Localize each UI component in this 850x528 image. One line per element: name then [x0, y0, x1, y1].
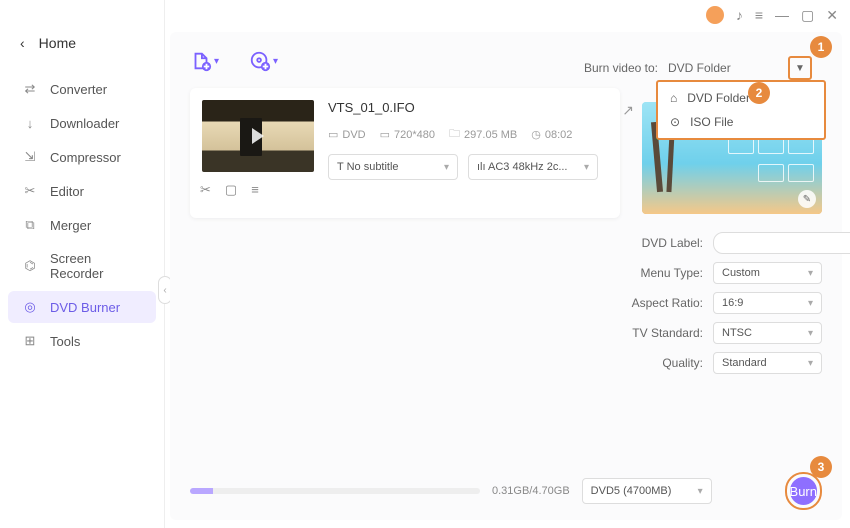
- tv-standard-label: TV Standard:: [627, 326, 703, 340]
- dvd-label-input[interactable]: [713, 232, 850, 254]
- home-button[interactable]: ‹ Home: [0, 25, 164, 61]
- crop-icon[interactable]: ▢: [225, 182, 237, 198]
- sidebar-item-editor[interactable]: ✂Editor: [8, 175, 156, 207]
- sidebar-item-merger[interactable]: ⧉Merger: [8, 209, 156, 241]
- sidebar-item-dvd-burner[interactable]: ◎DVD Burner: [8, 291, 156, 323]
- downloader-icon: ↓: [22, 115, 38, 131]
- aspect-ratio-label: Aspect Ratio:: [627, 296, 703, 310]
- editor-icon: ✂: [22, 183, 38, 199]
- frame-icon: ▭: [380, 128, 390, 141]
- callout-2: 2: [748, 82, 770, 104]
- sidebar-item-converter[interactable]: ⇄Converter: [8, 73, 156, 105]
- folder-icon: 🗀: [449, 125, 460, 144]
- burn-button-wrap: Burn: [785, 472, 822, 510]
- account-icon[interactable]: [706, 6, 724, 24]
- dvd-burner-icon: ◎: [22, 299, 38, 315]
- add-disc-button[interactable]: ▾: [249, 50, 278, 72]
- video-thumbnail[interactable]: [202, 100, 314, 172]
- audio-select[interactable]: ılı AC3 48kHz 2c...▾: [468, 154, 598, 180]
- sidebar-item-compressor[interactable]: ⇲Compressor: [8, 141, 156, 173]
- aspect-ratio-select[interactable]: 16:9▾: [713, 292, 822, 314]
- maximize-icon[interactable]: ▢: [801, 7, 814, 24]
- burn-target-row: Burn video to: DVD Folder ▼: [584, 56, 812, 80]
- sidebar-item-screen-recorder[interactable]: ⌬Screen Recorder: [8, 243, 156, 289]
- quality-label: Quality:: [627, 356, 703, 370]
- folder-icon: ⌂: [670, 91, 677, 105]
- dropdown-item-dvd-folder[interactable]: ⌂DVD Folder: [658, 86, 824, 110]
- tv-standard-select[interactable]: NTSC▾: [713, 322, 822, 344]
- callout-3: 3: [810, 456, 832, 478]
- video-card: ✂ ▢ ≡ VTS_01_0.IFO ▭DVD ▭720*480 🗀297.05…: [190, 88, 620, 218]
- toolbar: ▾ ▾: [190, 50, 278, 72]
- merger-icon: ⧉: [22, 217, 38, 233]
- converter-icon: ⇄: [22, 81, 38, 97]
- menu-icon[interactable]: ≡: [755, 7, 763, 23]
- sidebar-item-tools[interactable]: ⊞Tools: [8, 325, 156, 357]
- burn-target-select[interactable]: DVD Folder: [668, 57, 778, 79]
- callout-1: 1: [810, 36, 832, 58]
- sidebar: ‹ Home ⇄Converter ↓Downloader ⇲Compresso…: [0, 0, 165, 528]
- close-icon[interactable]: ✕: [826, 7, 838, 24]
- menu-type-label: Menu Type:: [627, 266, 703, 280]
- camera-icon: ▭: [328, 128, 338, 141]
- subtitle-select[interactable]: T No subtitle▾: [328, 154, 458, 180]
- meta-resolution: ▭720*480: [380, 128, 435, 141]
- edit-menu-icon[interactable]: ✎: [798, 190, 816, 208]
- burn-target-chevron[interactable]: ▼: [788, 56, 812, 80]
- size-progress: [190, 488, 480, 494]
- burn-to-label: Burn video to:: [584, 61, 658, 75]
- video-title: VTS_01_0.IFO: [328, 100, 608, 115]
- bottom-bar: 0.31GB/4.70GB DVD5 (4700MB)▾ Burn: [190, 476, 822, 506]
- sidebar-nav: ⇄Converter ↓Downloader ⇲Compressor ✂Edit…: [0, 61, 164, 369]
- burn-button[interactable]: Burn: [790, 477, 817, 505]
- share-icon[interactable]: ↗: [622, 102, 634, 119]
- add-file-button[interactable]: ▾: [190, 50, 219, 72]
- meta-size: 🗀297.05 MB: [449, 125, 517, 144]
- cut-icon[interactable]: ✂: [200, 182, 211, 198]
- back-icon: ‹: [20, 35, 25, 51]
- sidebar-item-downloader[interactable]: ↓Downloader: [8, 107, 156, 139]
- size-text: 0.31GB/4.70GB: [492, 485, 570, 497]
- dvd-label-label: DVD Label:: [627, 236, 703, 250]
- menu-type-select[interactable]: Custom▾: [713, 262, 822, 284]
- iso-icon: ⊙: [670, 115, 680, 129]
- burn-target-dropdown: ⌂DVD Folder ⊙ISO File: [656, 80, 826, 140]
- headset-icon[interactable]: ♪: [736, 7, 743, 23]
- screen-recorder-icon: ⌬: [22, 258, 38, 274]
- list-icon[interactable]: ≡: [251, 182, 259, 198]
- home-label: Home: [39, 35, 76, 51]
- disc-size-select[interactable]: DVD5 (4700MB)▾: [582, 478, 712, 504]
- burn-settings-form: DVD Label: Menu Type: Custom▾ Aspect Rati…: [627, 232, 822, 374]
- compressor-icon: ⇲: [22, 149, 38, 165]
- minimize-icon[interactable]: —: [775, 7, 789, 23]
- dropdown-item-iso-file[interactable]: ⊙ISO File: [658, 110, 824, 134]
- clock-icon: ◷: [531, 128, 541, 141]
- main-panel: ▾ ▾ Burn video to: DVD Folder ▼ 1 ⌂DVD F…: [170, 32, 842, 520]
- meta-type: ▭DVD: [328, 128, 366, 141]
- tools-icon: ⊞: [22, 333, 38, 349]
- quality-select[interactable]: Standard▾: [713, 352, 822, 374]
- meta-duration: ◷08:02: [531, 128, 572, 141]
